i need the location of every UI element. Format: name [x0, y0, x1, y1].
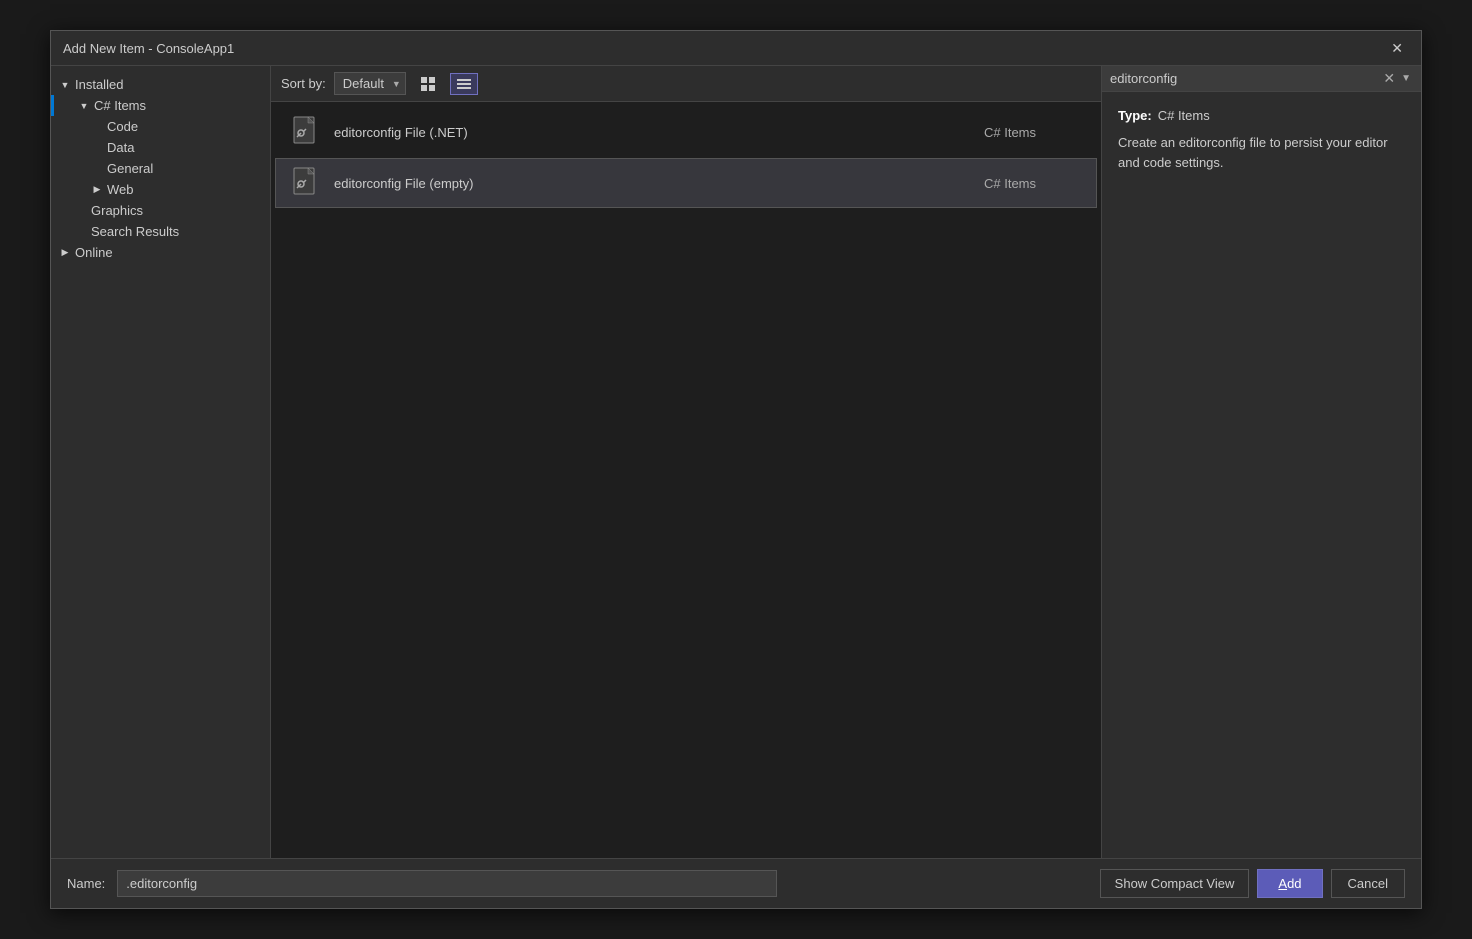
items-list: editorconfig File (.NET) C# Items edit	[271, 102, 1101, 858]
sidebar: ▼ Installed ▼ C# Items Code Data General…	[51, 66, 271, 858]
add-new-item-dialog: Add New Item - ConsoleApp1 ✕ ▼ Installed…	[50, 30, 1422, 909]
center-panel: Sort by: Default Name Type	[271, 66, 1101, 858]
online-arrow-icon: ▶	[59, 247, 71, 258]
name-input[interactable]	[117, 870, 777, 897]
close-button[interactable]: ✕	[1385, 39, 1409, 57]
item-icon	[288, 165, 324, 201]
list-view-button[interactable]	[450, 73, 478, 95]
type-row: Type: C# Items	[1118, 108, 1405, 123]
title-bar: Add New Item - ConsoleApp1 ✕	[51, 31, 1421, 66]
search-input[interactable]	[1110, 71, 1379, 86]
sort-select[interactable]: Default Name Type	[334, 72, 406, 95]
online-label: Online	[75, 245, 113, 260]
table-row[interactable]: editorconfig File (empty) C# Items	[275, 158, 1097, 208]
sort-by-label: Sort by:	[281, 76, 326, 91]
installed-arrow-icon: ▼	[59, 80, 71, 90]
sidebar-item-csharp-items[interactable]: ▼ C# Items	[51, 95, 270, 116]
search-results-label: Search Results	[91, 224, 179, 239]
right-panel: ✕ ▼ Type: C# Items Create an editorconfi…	[1101, 66, 1421, 858]
sidebar-item-search-results[interactable]: Search Results	[51, 221, 270, 242]
cancel-button[interactable]: Cancel	[1331, 869, 1405, 898]
data-label: Data	[107, 140, 134, 155]
item-name: editorconfig File (empty)	[334, 176, 984, 191]
search-bar: ✕ ▼	[1102, 66, 1421, 92]
name-label: Name:	[67, 876, 105, 891]
toolbar: Sort by: Default Name Type	[271, 66, 1101, 102]
general-label: General	[107, 161, 153, 176]
item-name: editorconfig File (.NET)	[334, 125, 984, 140]
search-dropdown-button[interactable]: ▼	[1399, 73, 1413, 84]
main-content: ▼ Installed ▼ C# Items Code Data General…	[51, 66, 1421, 858]
csharp-items-label: C# Items	[94, 98, 146, 113]
add-button[interactable]: Add	[1257, 869, 1322, 898]
info-panel: Type: C# Items Create an editorconfig fi…	[1102, 92, 1421, 858]
type-label: Type:	[1118, 108, 1152, 123]
show-compact-view-button[interactable]: Show Compact View	[1100, 869, 1250, 898]
csharp-items-arrow-icon: ▼	[78, 101, 90, 111]
grid-icon	[421, 77, 435, 91]
graphics-label: Graphics	[91, 203, 143, 218]
bottom-bar: Name: Show Compact View Add Cancel	[51, 858, 1421, 908]
grid-view-button[interactable]	[414, 73, 442, 95]
search-clear-button[interactable]: ✕	[1379, 70, 1399, 87]
web-arrow-icon: ▶	[91, 184, 103, 195]
sort-select-wrapper: Default Name Type	[334, 72, 406, 95]
table-row[interactable]: editorconfig File (.NET) C# Items	[275, 107, 1097, 157]
sidebar-item-installed[interactable]: ▼ Installed	[51, 74, 270, 95]
dialog-title: Add New Item - ConsoleApp1	[63, 41, 234, 56]
sidebar-item-online[interactable]: ▶ Online	[51, 242, 270, 263]
bottom-actions: Show Compact View Add Cancel	[1100, 869, 1405, 898]
item-category: C# Items	[984, 176, 1084, 191]
sidebar-item-general[interactable]: General	[51, 158, 270, 179]
sidebar-item-code[interactable]: Code	[51, 116, 270, 137]
web-label: Web	[107, 182, 134, 197]
installed-label: Installed	[75, 77, 123, 92]
sidebar-item-data[interactable]: Data	[51, 137, 270, 158]
item-category: C# Items	[984, 125, 1084, 140]
type-value: C# Items	[1158, 108, 1210, 123]
code-label: Code	[107, 119, 138, 134]
sidebar-item-web[interactable]: ▶ Web	[51, 179, 270, 200]
type-description: Create an editorconfig file to persist y…	[1118, 133, 1405, 172]
list-icon	[457, 77, 471, 91]
sidebar-item-graphics[interactable]: Graphics	[51, 200, 270, 221]
item-icon	[288, 114, 324, 150]
